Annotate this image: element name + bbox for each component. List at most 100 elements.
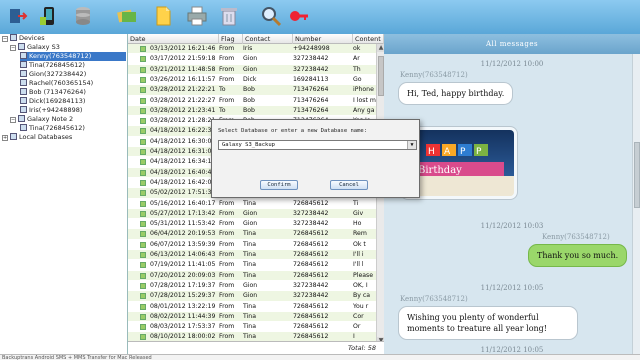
table-row[interactable]: 06/07/2012 13:59:39 From Tina 726845612 Ok t: [128, 240, 376, 249]
scroll-thumb[interactable]: [634, 142, 640, 208]
collapse-icon[interactable]: −: [10, 117, 16, 123]
confirm-button[interactable]: Confirm: [260, 180, 298, 190]
table-cell: 726845612: [293, 312, 329, 320]
tree-local-databases[interactable]: + Local Databases: [2, 133, 72, 142]
message-icon: [140, 107, 146, 114]
message-icon: [140, 159, 146, 166]
tree-device-galaxy-s3[interactable]: − Galaxy S3: [10, 43, 60, 52]
table-row[interactable]: 08/01/2012 13:22:19 From Tina 726845612 You …: [128, 302, 376, 311]
tree-contact[interactable]: Kenny(763548712): [20, 52, 126, 61]
tree-contact[interactable]: Dick(169284113): [20, 97, 85, 106]
table-cell: ok: [353, 45, 361, 52]
collapse-icon[interactable]: −: [2, 36, 8, 42]
message-bubble-outgoing[interactable]: Thank you so much.: [528, 244, 628, 267]
column-header-contact[interactable]: Contact: [243, 34, 293, 44]
tree-contact[interactable]: Bob (713476264): [20, 88, 86, 97]
chat-scrollbar[interactable]: [632, 54, 640, 354]
table-row[interactable]: 03/28/2012 21:22:21 To Bob 713476264 iPhone: [128, 85, 376, 95]
column-header-date[interactable]: Date: [128, 34, 219, 44]
table-cell: Gion: [243, 65, 258, 73]
table-row[interactable]: 06/04/2012 20:19:53 From Tina 726845612 Rem: [128, 229, 376, 239]
table-cell: 327238442: [293, 209, 329, 217]
table-row[interactable]: 03/28/2012 21:23:41 To Bob 713476264 Any ga: [128, 105, 376, 116]
print-button[interactable]: [186, 5, 208, 27]
column-header-content[interactable]: Content: [353, 34, 384, 44]
column-header-flag[interactable]: Flag: [219, 34, 243, 44]
table-cell: From: [219, 261, 235, 269]
table-row[interactable]: 08/03/2012 17:53:37 From Tina 726845612 Or: [128, 322, 376, 331]
exit-icon: [10, 9, 28, 23]
message-icon: [140, 87, 146, 94]
table-cell: 726845612: [293, 302, 329, 310]
table-cell: 07/20/2012 20:09:03: [150, 271, 216, 279]
table-cell: +94248998: [293, 45, 330, 52]
table-cell: 327238442: [293, 220, 329, 228]
tree-device-galaxy-note-2[interactable]: − Galaxy Note 2: [10, 115, 73, 124]
table-cell: 05/02/2012 17:51:39: [150, 189, 216, 197]
contact-icon: [20, 97, 27, 104]
cancel-button[interactable]: Cancel: [330, 180, 368, 190]
table-row[interactable]: 05/31/2012 11:53:42 From Gion 327238442 Ho: [128, 219, 376, 228]
table-row[interactable]: 07/19/2012 11:41:05 From Tina 726845612 I'll…: [128, 260, 376, 269]
message-bubble-incoming[interactable]: Wishing you plenty of wonderful moments …: [398, 306, 578, 340]
tree-contact[interactable]: Tina(726845612): [20, 61, 85, 70]
table-cell: Th: [353, 65, 361, 73]
table-row[interactable]: 03/26/2012 16:11:57 From Dick 169284113 Go: [128, 75, 376, 84]
table-row[interactable]: 07/28/2012 15:29:37 From Gion 327238442 By c…: [128, 291, 376, 301]
expand-icon[interactable]: +: [2, 135, 8, 141]
table-cell: 03/26/2012 16:11:57: [150, 75, 216, 83]
table-cell: Cor: [353, 312, 364, 320]
contact-icon: [20, 61, 27, 68]
table-cell: 03/17/2012 21:59:18: [150, 55, 216, 63]
message-icon: [140, 241, 146, 248]
table-cell: 05/27/2012 17:13:42: [150, 209, 216, 217]
message-icon: [140, 118, 146, 125]
message-icon: [140, 303, 146, 310]
table-row[interactable]: 07/28/2012 17:19:37 From Gion 327238442 OK, …: [128, 281, 376, 290]
chevron-down-icon[interactable]: ▼: [407, 141, 416, 149]
table-cell: From: [219, 292, 235, 300]
delete-button[interactable]: [218, 5, 240, 27]
table-row[interactable]: 05/16/2012 16:40:17 From Tina 726845612 Ti: [128, 199, 376, 208]
phone-button[interactable]: [38, 5, 60, 27]
cards-button[interactable]: [116, 5, 138, 27]
phone-icon: [18, 115, 25, 122]
table-row[interactable]: 05/27/2012 17:13:42 From Gion 327238442 Giv: [128, 208, 376, 219]
table-cell: 713476264: [293, 96, 329, 104]
dialog-prompt: Select Database or enter a new Database …: [218, 128, 368, 134]
export-button[interactable]: [152, 5, 174, 27]
tree-contact[interactable]: Tina(726845612): [20, 124, 85, 133]
table-cell: From: [219, 323, 235, 331]
database-button[interactable]: [72, 5, 94, 27]
database-select[interactable]: Galaxy S3_Backup ▼: [218, 140, 417, 150]
tree-devices[interactable]: − Devices: [2, 34, 45, 43]
table-row[interactable]: 03/21/2012 11:48:58 From Gion 327238442 Th: [128, 64, 376, 74]
table-row[interactable]: 03/28/2012 21:22:27 From Bob 713476264 I los…: [128, 96, 376, 105]
print-icon: [187, 6, 207, 26]
collapse-icon[interactable]: −: [10, 45, 16, 51]
table-header: Date Flag Contact Number Content: [128, 34, 384, 44]
column-header-number[interactable]: Number: [293, 34, 353, 44]
table-cell: 04/18/2012 16:42:03: [150, 178, 216, 186]
key-button[interactable]: [288, 5, 310, 27]
search-button[interactable]: [260, 5, 282, 27]
table-cell: 04/18/2012 16:40:41: [150, 168, 216, 176]
table-cell: Please: [353, 271, 374, 279]
table-cell: From: [219, 55, 235, 63]
tree-contact[interactable]: Rachel(760365154): [20, 79, 93, 88]
table-row[interactable]: 03/13/2012 16:21:46 From Iris +94248998 ok: [128, 44, 376, 54]
exit-button[interactable]: [6, 5, 28, 27]
tree-contact[interactable]: Gion(327238442): [20, 70, 86, 79]
table-cell: 04/18/2012 16:34:15: [150, 158, 216, 166]
table-row[interactable]: 08/02/2012 11:44:39 From Tina 726845612 Cor: [128, 311, 376, 322]
message-bubble-incoming[interactable]: Hi, Ted, happy birthday.: [398, 82, 514, 105]
table-row[interactable]: 06/13/2012 14:06:43 From Tina 726845612 I'll…: [128, 250, 376, 260]
tree-contact[interactable]: Iris(+94248898): [20, 106, 82, 115]
table-cell: 726845612: [293, 251, 329, 258]
message-timestamp: 11/12/2012 10:05: [480, 284, 544, 292]
message-icon: [140, 138, 146, 145]
svg-text:H: H: [428, 147, 435, 157]
table-row[interactable]: 07/20/2012 20:09:03 From Tina 726845612 Plea…: [128, 270, 376, 280]
message-icon: [140, 282, 146, 289]
table-row[interactable]: 03/17/2012 21:59:18 From Gion 327238442 Ar: [128, 54, 376, 63]
